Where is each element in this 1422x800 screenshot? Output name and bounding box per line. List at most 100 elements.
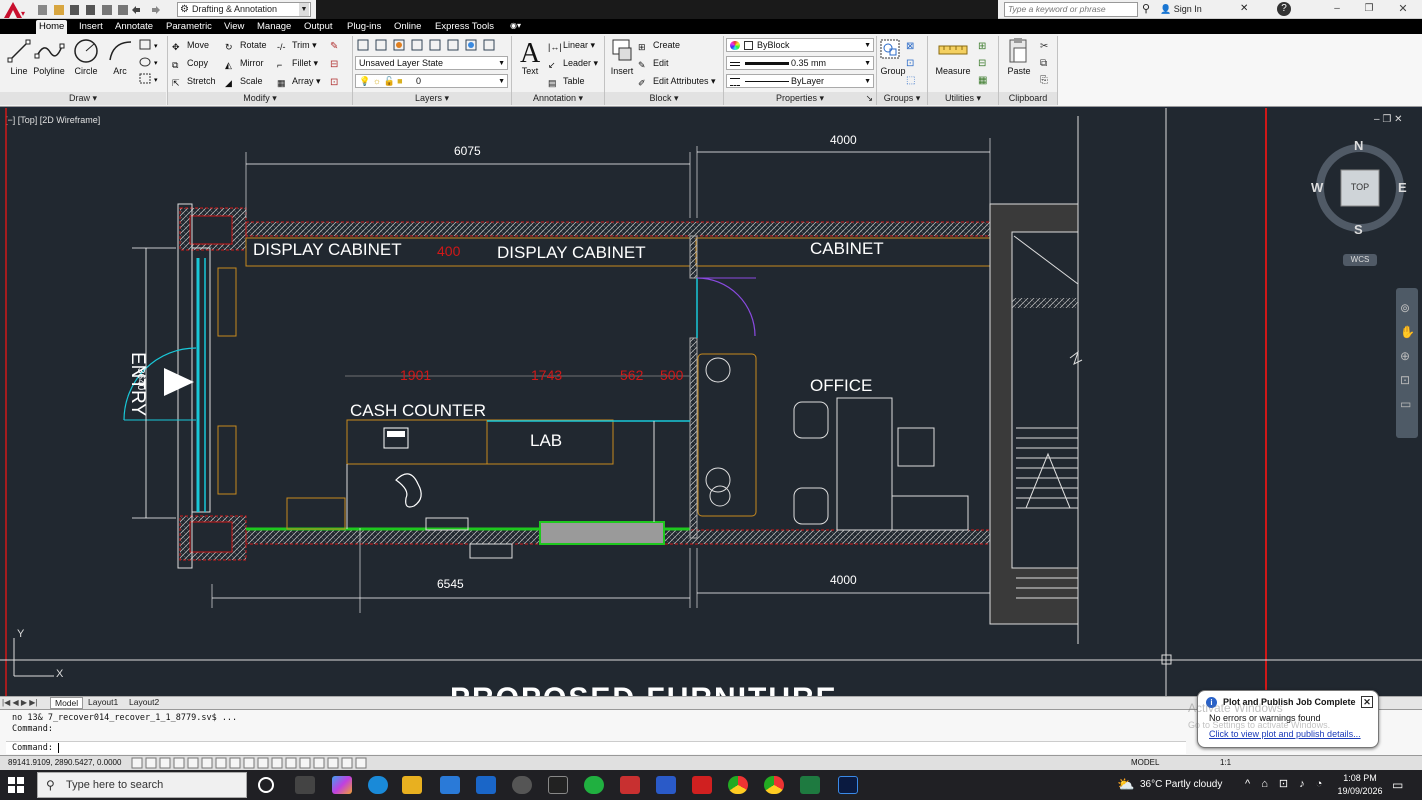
tab-annotate[interactable]: Annotate (112, 20, 156, 34)
annotation-panel-title[interactable]: Annotation ▾ (512, 92, 604, 105)
clock-time[interactable]: 1:08 PM (1338, 773, 1382, 783)
model-space-toggle[interactable]: MODEL (1131, 758, 1159, 767)
weather-icon[interactable]: ⛅ (1117, 776, 1134, 793)
drawing-canvas[interactable]: [−] [Top] [2D Wireframe] – ❐ ✕ 6075 4000… (0, 108, 1422, 696)
properties-panel-title[interactable]: Properties ▾ ↘ (724, 92, 876, 105)
compass-east[interactable]: E (1398, 180, 1407, 195)
tab-view[interactable]: View (221, 20, 247, 34)
utilities-extra-icons[interactable]: ⊞ ⊟ ▦ (978, 38, 996, 90)
autocad-logo-icon[interactable]: ▾ (2, 1, 28, 19)
calculator-icon[interactable] (656, 776, 676, 794)
taskbar-search-box[interactable]: ⚲ Type here to search (37, 772, 247, 798)
arc-button[interactable]: Arc (103, 36, 137, 86)
notification-balloon[interactable]: i Plot and Publish Job Complete ✕ No err… (1188, 690, 1379, 748)
system-tray-icons[interactable]: ^ ⌂ ⊡ ♪ ◔ (1245, 777, 1326, 790)
ribbon-minimize-icon[interactable]: ◉▾ (510, 21, 530, 32)
close-button[interactable]: ✕ (1396, 2, 1410, 16)
scale-button[interactable]: ◢ Scale (225, 74, 263, 88)
tab-model[interactable]: Model (50, 697, 84, 709)
trim-button[interactable]: -/- Trim ▾ (277, 38, 317, 52)
polyline-button[interactable]: Polyline (32, 36, 66, 86)
utilities-panel-title[interactable]: Utilities ▾ (928, 92, 998, 105)
stretch-button[interactable]: ⇱ Stretch (172, 74, 216, 88)
edit-block-button[interactable]: ✎ Edit (638, 56, 669, 70)
restore-button[interactable]: ❐ (1362, 3, 1376, 16)
tab-home[interactable]: Home (36, 20, 68, 34)
modify-extra-icons[interactable]: ✎ ⊟ ⊡ (330, 38, 348, 88)
leader-button[interactable]: ↙ Leader ▾ (548, 56, 598, 70)
workspace-selector[interactable]: ⚙ Drafting & Annotation ▼ (177, 2, 311, 17)
app-icon[interactable] (620, 776, 640, 794)
lineweight-dropdown[interactable]: 0.35 mm ▼ (726, 56, 874, 70)
paste-button[interactable]: Paste (1002, 36, 1036, 86)
copilot-icon[interactable] (332, 776, 352, 794)
store-icon[interactable] (440, 776, 460, 794)
layer-tools-icons[interactable] (356, 38, 506, 52)
linetype-dropdown[interactable]: ByLayer ▼ (726, 74, 874, 88)
fillet-button[interactable]: ⌐ Fillet ▾ (277, 56, 318, 70)
clipboard-extra-icons[interactable]: ✂ ⧉ ⎘ (1040, 38, 1058, 90)
viewcube-top-face[interactable]: TOP (1341, 182, 1379, 192)
draw-extra-icons[interactable]: ▾ ▾ ▾ (138, 38, 164, 88)
tab-plug-ins[interactable]: Plug-ins (344, 20, 384, 34)
edit-attributes-button[interactable]: ✐ Edit Attributes ▾ (638, 74, 716, 88)
wcs-menu[interactable]: WCS (1343, 254, 1377, 266)
copy-button[interactable]: ⧉ Copy (172, 56, 208, 70)
outlook-icon[interactable] (476, 776, 496, 794)
autocad-taskbar-icon[interactable] (548, 776, 568, 794)
navigation-bar[interactable]: ⊚ ✋ ⊕ ⊡ ▭ (1396, 288, 1418, 438)
sign-in-button[interactable]: 👤 Sign In (1160, 3, 1240, 16)
block-panel-title[interactable]: Block ▾ (605, 92, 723, 105)
tab-output[interactable]: Output (301, 20, 336, 34)
compass-south[interactable]: S (1354, 222, 1363, 237)
modify-panel-title[interactable]: Modify ▾ (168, 92, 352, 105)
search-icon[interactable]: ⚲ (1142, 3, 1155, 16)
tab-online[interactable]: Online (391, 20, 424, 34)
tab-insert[interactable]: Insert (76, 20, 106, 34)
layout-nav-arrows[interactable]: |◀ ◀ ▶ ▶| (2, 698, 37, 707)
clipboard-panel-title[interactable]: Clipboard (999, 92, 1057, 105)
draw-panel-title[interactable]: Draw ▾ (0, 92, 166, 105)
viewcube[interactable]: N S E W TOP WCS (1310, 138, 1410, 272)
clock-date[interactable]: 19/09/2026 (1334, 786, 1386, 796)
edge-icon[interactable] (368, 776, 388, 794)
tab-express-tools[interactable]: Express Tools (432, 20, 497, 34)
line-button[interactable]: Line (2, 36, 36, 86)
group-extra-icons[interactable]: ⊠ ⊡ ⬚ (906, 38, 924, 90)
color-dropdown[interactable]: ByBlock ▼ (726, 38, 874, 52)
circle-button[interactable]: Circle (69, 36, 103, 86)
chrome-icon[interactable] (764, 776, 784, 794)
acrobat-icon[interactable] (692, 776, 712, 794)
tab-layout2[interactable]: Layout2 (125, 697, 163, 709)
groups-panel-title[interactable]: Groups ▾ (877, 92, 927, 105)
tab-parametric[interactable]: Parametric (163, 20, 215, 34)
exchange-icon[interactable]: ✕ (1240, 3, 1252, 16)
layer-dropdown[interactable]: 💡 ☼ 🔓 ■ 0 ▼ (355, 74, 508, 88)
table-button[interactable]: ▤ Table (548, 74, 585, 88)
linear-button[interactable]: |↔|Linear ▾ (548, 38, 595, 52)
widgets-icon[interactable] (295, 776, 315, 794)
app-icon[interactable] (512, 776, 532, 794)
drafting-toggles[interactable] (130, 757, 370, 769)
file-explorer-icon[interactable] (402, 776, 422, 794)
measure-button[interactable]: Measure (935, 36, 971, 86)
photoshop-icon[interactable] (838, 776, 858, 794)
insert-button[interactable]: Insert (605, 36, 639, 86)
search-input[interactable]: Type a keyword or phrase (1004, 2, 1138, 17)
create-block-button[interactable]: ⊞ Create (638, 38, 680, 52)
notifications-icon[interactable]: ▭ (1392, 778, 1403, 792)
windows-start-icon[interactable] (8, 777, 24, 793)
tab-manage[interactable]: Manage (254, 20, 294, 34)
compass-north[interactable]: N (1354, 138, 1363, 153)
compass-west[interactable]: W (1311, 180, 1323, 195)
weather-text[interactable]: 36°C Partly cloudy (1140, 779, 1222, 790)
mirror-button[interactable]: ◭ Mirror (225, 56, 264, 70)
rotate-button[interactable]: ↻ Rotate (225, 38, 267, 52)
move-button[interactable]: ✥ Move (172, 38, 209, 52)
minimize-button[interactable]: – (1330, 3, 1344, 16)
whatsapp-icon[interactable] (584, 776, 604, 794)
layers-panel-title[interactable]: Layers ▾ (353, 92, 511, 105)
command-input[interactable]: Command: (6, 741, 1186, 754)
group-button[interactable]: Group (876, 36, 910, 86)
layer-state-dropdown[interactable]: Unsaved Layer State ▼ (355, 56, 508, 70)
